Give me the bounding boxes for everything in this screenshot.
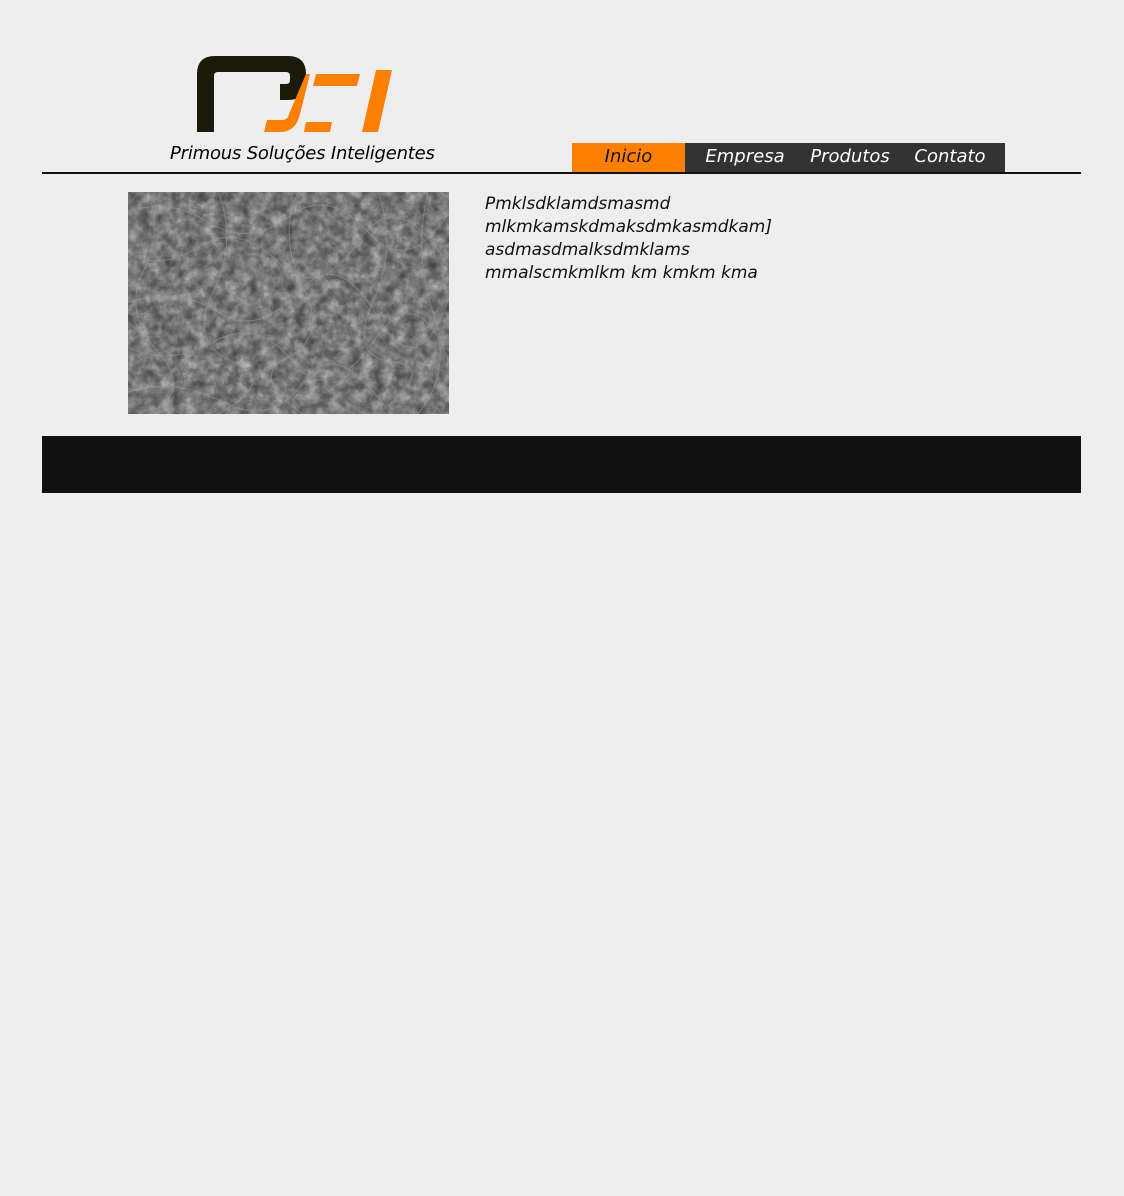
tagline: Primous Soluções Inteligentes <box>170 143 435 164</box>
paragraph-line: mmalscmkmlkm km kmkm kma <box>485 263 758 283</box>
main-nav: Inicio Empresa Produtos Contato <box>572 143 1005 172</box>
paragraph-line: Pmklsdklamdsmasmd <box>485 194 671 214</box>
footer-bar <box>42 436 1081 493</box>
nav-item-empresa[interactable]: Empresa <box>685 143 805 172</box>
psi-logo[interactable] <box>192 52 396 136</box>
nav-item-contato[interactable]: Contato <box>895 143 1005 172</box>
page: Primous Soluções Inteligentes Inicio Emp… <box>0 0 1124 1196</box>
paragraph-line: asdmasdmalksdmklams <box>485 240 690 260</box>
texture-image <box>128 192 449 414</box>
nav-item-produtos[interactable]: Produtos <box>805 143 895 172</box>
content-paragraph: Pmklsdklamdsmasmd mlkmkamskdmaksdmkasmdk… <box>485 193 885 285</box>
header-divider <box>42 172 1081 174</box>
nav-item-inicio[interactable]: Inicio <box>572 143 685 172</box>
paragraph-line: mlkmkamskdmaksdmkasmdkam] <box>485 217 772 237</box>
